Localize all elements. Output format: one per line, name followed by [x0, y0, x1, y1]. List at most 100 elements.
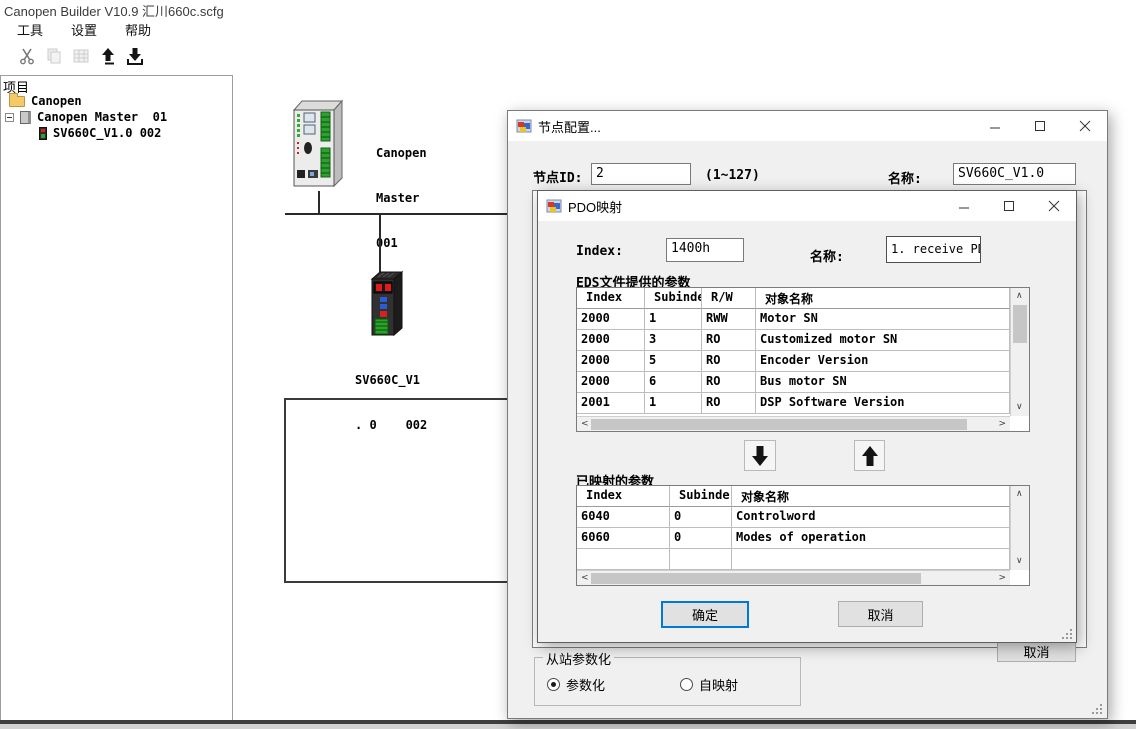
table-cell: 2001 — [577, 393, 645, 414]
column-header[interactable]: Subinde — [670, 486, 732, 507]
table-row[interactable]: 60600Modes of operation — [577, 528, 1010, 549]
scroll-down-icon[interactable]: ∨ — [1016, 403, 1023, 412]
resize-grip[interactable] — [1090, 702, 1102, 714]
mapped-table: Index Subinde 对象名称 60400Controlword60600… — [576, 485, 1030, 586]
table-row[interactable]: 20003ROCustomized motor SN — [577, 330, 1010, 351]
upload-icon[interactable] — [98, 46, 118, 66]
radio-unchecked-icon[interactable] — [680, 678, 693, 691]
radio-label: 自映射 — [699, 675, 738, 694]
drop-line-master — [318, 191, 320, 214]
menu-settings[interactable]: 设置 — [67, 19, 101, 40]
minimize-icon[interactable] — [941, 191, 986, 221]
slave-device-icon — [39, 127, 47, 140]
close-icon[interactable] — [1062, 111, 1107, 141]
table-cell: 1 — [645, 393, 702, 414]
table-header-row[interactable]: Index Subinde R/W 对象名称 — [577, 288, 1010, 309]
mapped-table-body: 60400Controlword60600Modes of operation — [577, 507, 1010, 570]
table-cell: Bus motor SN — [756, 372, 1010, 393]
scroll-left-icon[interactable]: < — [581, 420, 589, 429]
tree-item-slave[interactable]: SV660C_V1.0 002 — [39, 126, 161, 140]
vertical-scrollbar[interactable]: ∧ ∨ — [1010, 288, 1029, 416]
save-icon[interactable] — [0, 46, 10, 66]
table-cell: 2000 — [577, 372, 645, 393]
app-icon — [516, 118, 532, 134]
node-name-input[interactable]: SV660C_V1.0 — [953, 163, 1076, 185]
menu-help[interactable]: 帮助 — [121, 19, 155, 40]
table-cell — [670, 549, 732, 570]
scroll-right-icon[interactable]: > — [998, 420, 1006, 429]
table-row[interactable]: 60400Controlword — [577, 507, 1010, 528]
canvas-rectangle[interactable] — [284, 398, 512, 583]
radio-parameterize[interactable]: 参数化 — [547, 675, 605, 694]
resize-grip[interactable] — [1060, 627, 1072, 639]
collapse-expander-icon[interactable] — [5, 113, 14, 122]
minimize-icon[interactable] — [972, 111, 1017, 141]
paste-icon[interactable] — [71, 46, 91, 66]
column-header[interactable]: Index — [577, 486, 670, 507]
table-cell: RO — [702, 393, 756, 414]
table-row[interactable]: 20006ROBus motor SN — [577, 372, 1010, 393]
scrollbar-thumb[interactable] — [1013, 305, 1027, 343]
dialog-title: PDO映射 — [568, 197, 622, 216]
pdo-cancel-button[interactable]: 取消 — [838, 601, 923, 627]
drop-line-slave — [379, 215, 381, 272]
column-header[interactable]: Index — [577, 288, 645, 309]
table-cell: 2000 — [577, 351, 645, 372]
radio-checked-icon[interactable] — [547, 678, 560, 691]
horizontal-scrollbar[interactable]: < > — [577, 416, 1010, 431]
table-cell: RO — [702, 330, 756, 351]
scroll-up-icon[interactable]: ∧ — [1016, 292, 1023, 301]
table-cell: 6 — [645, 372, 702, 393]
maximize-icon[interactable] — [1017, 111, 1062, 141]
column-header[interactable]: Subinde — [645, 288, 702, 309]
map-down-button[interactable] — [744, 440, 776, 471]
menu-bar: 工具 设置 帮助 — [0, 19, 1136, 40]
status-bar — [0, 724, 1136, 729]
vertical-scrollbar[interactable]: ∧ ∨ — [1010, 486, 1029, 570]
menu-tools[interactable]: 工具 — [13, 19, 47, 40]
node-id-input[interactable]: 2 — [591, 163, 691, 185]
table-cell: 5 — [645, 351, 702, 372]
download-icon[interactable] — [125, 46, 145, 66]
canopen-master-device[interactable] — [288, 98, 346, 193]
ok-button[interactable]: 确定 — [661, 601, 749, 628]
column-header[interactable]: 对象名称 — [756, 288, 1010, 309]
up-arrow-icon — [860, 445, 880, 467]
index-label: Index: — [576, 244, 623, 259]
node-cancel-button[interactable]: 取消 — [997, 640, 1076, 662]
table-row[interactable]: 20011RODSP Software Version — [577, 393, 1010, 414]
table-row[interactable]: 20005ROEncoder Version — [577, 351, 1010, 372]
table-header-row[interactable]: Index Subinde 对象名称 — [577, 486, 1010, 507]
cut-icon[interactable] — [17, 46, 37, 66]
scroll-down-icon[interactable]: ∨ — [1016, 557, 1023, 566]
horizontal-scrollbar[interactable]: < > — [577, 570, 1010, 585]
radio-selfmapping[interactable]: 自映射 — [680, 675, 738, 694]
tree-item-canopen[interactable]: Canopen — [9, 94, 82, 108]
group-label: 从站参数化 — [543, 649, 614, 668]
pdo-dialog-titlebar[interactable]: PDO映射 — [538, 191, 1076, 221]
radio-label: 参数化 — [566, 675, 605, 694]
table-cell: Encoder Version — [756, 351, 1010, 372]
table-cell: 2000 — [577, 330, 645, 351]
node-id-range: (1~127) — [705, 168, 760, 183]
tree-item-master[interactable]: Canopen Master 01 — [5, 110, 167, 124]
column-header[interactable]: R/W — [702, 288, 756, 309]
scroll-up-icon[interactable]: ∧ — [1016, 490, 1023, 499]
sv660c-device[interactable] — [364, 270, 406, 340]
maximize-icon[interactable] — [986, 191, 1031, 221]
scrollbar-thumb[interactable] — [591, 419, 967, 430]
bus-line — [285, 213, 510, 215]
map-up-button[interactable] — [854, 440, 885, 471]
close-icon[interactable] — [1031, 191, 1076, 221]
node-dialog-titlebar[interactable]: 节点配置... — [508, 111, 1107, 141]
pdo-name-input[interactable]: 1. receive PDO — [886, 236, 981, 263]
table-row[interactable] — [577, 549, 1010, 570]
table-row[interactable]: 20001RWWMotor SN — [577, 309, 1010, 330]
copy-icon[interactable] — [44, 46, 64, 66]
index-input[interactable]: 1400h — [666, 238, 744, 262]
scroll-left-icon[interactable]: < — [581, 574, 589, 583]
scrollbar-thumb[interactable] — [591, 573, 921, 584]
column-header[interactable]: 对象名称 — [732, 486, 1010, 507]
table-cell: DSP Software Version — [756, 393, 1010, 414]
scroll-right-icon[interactable]: > — [998, 574, 1006, 583]
